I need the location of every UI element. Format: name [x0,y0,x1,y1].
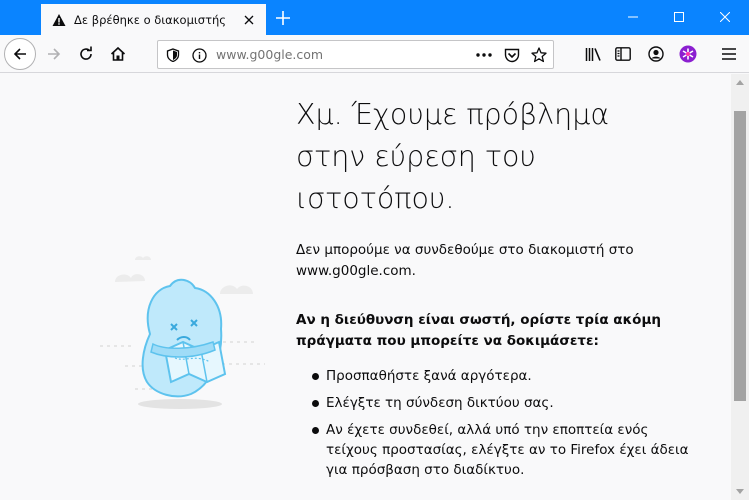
url-bar[interactable]: www.g00gle.com [157,40,554,69]
scroll-down-arrow[interactable] [731,483,749,500]
menu-button[interactable] [719,44,739,64]
scroll-up-arrow[interactable] [731,74,749,91]
new-tab-button[interactable] [271,6,295,30]
error-illustration [100,256,265,409]
window-close-icon [720,12,730,22]
plus-icon [276,11,290,25]
minimize-icon [628,16,638,18]
star-icon[interactable] [530,46,548,64]
navigation-toolbar: www.g00gle.com [0,35,749,73]
tab-title: Δε βρέθηκε ο διακομιστής [74,12,227,27]
minimize-button[interactable] [610,0,656,34]
error-page: Χμ. Έχουμε πρόβλημα στην εύρεση του ιστο… [0,74,731,500]
back-icon [13,48,26,60]
account-icon [648,46,664,62]
info-icon[interactable] [190,46,208,64]
extension-button[interactable] [678,44,698,64]
extension-icon [679,45,697,63]
list-item: Ελέγξτε τη σύνδεση δικτύου σας. [296,393,696,413]
library-button[interactable] [583,44,603,64]
menu-icon [722,48,736,60]
home-button[interactable] [102,38,134,70]
list-item: Προσπαθήστε ξανά αργότερα. [296,366,696,386]
window-close-button[interactable] [702,0,748,34]
scrollbar-thumb[interactable] [734,111,746,401]
tab-active[interactable]: Δε βρέθηκε ο διακομιστής [41,2,266,35]
maximize-icon [674,12,684,22]
account-button[interactable] [646,44,666,64]
forward-button[interactable] [38,38,70,70]
vertical-scrollbar[interactable] [731,74,749,500]
shield-icon[interactable] [164,46,182,64]
forward-icon [48,48,61,60]
error-description: Δεν μπορούμε να συνδεθούμε στο διακομιστ… [296,242,634,279]
warning-icon [52,13,66,26]
maximize-button[interactable] [656,0,702,34]
suggestions-title: Αν η διεύθυνση είναι σωστή, ορίστε τρία … [296,312,661,349]
close-icon[interactable] [238,9,260,31]
back-button[interactable] [4,38,36,70]
library-icon [585,47,601,61]
home-icon [110,46,126,61]
sidebar-icon [615,47,631,61]
sidebar-button[interactable] [613,44,633,64]
pocket-icon[interactable] [503,46,521,64]
title-bar: Δε βρέθηκε ο διακομιστής [0,0,749,35]
error-heading: Χμ. Έχουμε πρόβλημα στην εύρεση του ιστο… [296,98,610,215]
suggestions-list: Προσπαθήστε ξανά αργότερα. Ελέγξτε τη σύ… [296,366,696,487]
reload-icon [80,46,92,60]
url-text[interactable]: www.g00gle.com [216,47,323,62]
list-item: Αν έχετε συνδεθεί, αλλά υπό την εποπτεία… [296,420,696,480]
reload-button[interactable] [70,38,102,70]
more-icon[interactable] [475,46,493,64]
